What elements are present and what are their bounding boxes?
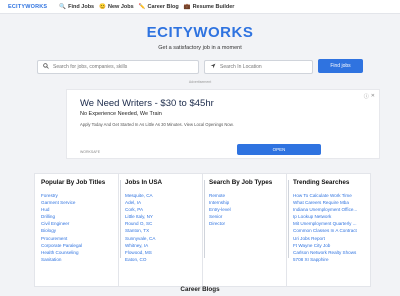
list-item[interactable]: Uri Jobs Report — [293, 235, 370, 242]
ad-label: Advertisement — [188, 80, 212, 84]
list-item[interactable]: Sunnyvale, CA — [125, 235, 202, 242]
list-item[interactable]: What Careers Require Mba — [293, 199, 370, 206]
list-item[interactable]: Senior — [209, 213, 286, 220]
nav-career-blog[interactable]: ✏️ Career Blog — [139, 4, 179, 10]
list-item[interactable]: Little Italy, NY — [125, 213, 202, 220]
trending-searches-heading: Trending Searches — [293, 179, 350, 186]
info-icon[interactable]: ⓘ — [364, 93, 369, 100]
close-icon[interactable]: ✕ — [371, 93, 375, 100]
list-item[interactable]: Procurement — [41, 235, 118, 242]
list-item[interactable]: Director — [209, 220, 286, 227]
ad-advertiser: WORKSAFE — [80, 150, 101, 154]
smile-icon: 😊 — [99, 3, 106, 10]
trending-searches-card: Trending Searches How To Calculate Work … — [286, 173, 371, 287]
list-item[interactable]: Forestry — [41, 192, 118, 199]
list-item[interactable]: Drilling — [41, 213, 118, 220]
list-item[interactable]: Flowood, MS — [125, 249, 202, 256]
list-item[interactable]: Adel, IA — [125, 199, 202, 206]
list-item[interactable]: Health Counseling — [41, 249, 118, 256]
nav-find-jobs[interactable]: 🔍 Find Jobs — [59, 4, 94, 10]
list-item[interactable]: Entry-level — [209, 206, 286, 213]
ad-choices[interactable]: ⓘ ✕ — [364, 93, 375, 100]
career-blogs-heading: Career Blogs — [180, 286, 220, 293]
nav-career-blog-label: Career Blog — [147, 3, 179, 10]
jobs-in-usa-card: Jobs In USA Mesquite, CA Adel, IA Cork, … — [118, 173, 203, 287]
search-icon — [43, 63, 49, 71]
nav-new-jobs[interactable]: 😊 New Jobs — [99, 4, 134, 10]
ad-description: Apply Today And Get Started In As Little… — [80, 122, 234, 127]
job-types-heading: Search By Job Types — [209, 179, 273, 186]
job-search-input[interactable]: Search for jobs, companies, skills — [37, 60, 199, 74]
list-item[interactable]: Civil Engineer — [41, 220, 118, 227]
job-types-list: Remote Internship Entry-level Senior Dir… — [209, 192, 286, 227]
column-divider — [120, 180, 121, 258]
list-item[interactable]: Ft Wayne City Job — [293, 242, 370, 249]
hero-title: ECITYWORKS — [146, 24, 254, 41]
popular-job-titles-heading: Popular By Job Titles — [41, 179, 106, 186]
list-item[interactable]: Carlson Network Realty Shows — [293, 249, 370, 256]
nav-resume-builder-label: Resume Builder — [192, 3, 235, 10]
list-item[interactable]: Common Classes In A Contract — [293, 227, 370, 234]
location-arrow-icon — [210, 63, 216, 71]
nav-resume-builder[interactable]: 💼 Resume Builder — [184, 4, 235, 10]
list-item[interactable]: How To Calculate Work Time — [293, 192, 370, 199]
ad-headline[interactable]: We Need Writers - $30 to $45hr — [80, 98, 214, 109]
list-item[interactable]: Stanton, TX — [125, 227, 202, 234]
location-search-placeholder: Search In Location — [220, 64, 262, 70]
list-item[interactable]: Corporate Paralegal — [41, 242, 118, 249]
list-item[interactable]: Biology — [41, 227, 118, 234]
list-item[interactable]: Indiana Unemployment Office... — [293, 206, 370, 213]
list-item[interactable]: Eaton, CO — [125, 256, 202, 263]
list-item[interactable]: Whitney, IA — [125, 242, 202, 249]
list-item[interactable]: Ip Lookup Network — [293, 213, 370, 220]
popular-job-titles-list: Forestry Garment Service Hud Drilling Ci… — [41, 192, 118, 263]
list-item[interactable]: 5708 XI Sapphire — [293, 256, 370, 263]
list-item[interactable]: Garment Service — [41, 199, 118, 206]
top-navigation-bar: ECITYWORKS 🔍 Find Jobs 😊 New Jobs ✏️ Car… — [0, 0, 400, 14]
location-search-input[interactable]: Search In Location — [204, 60, 313, 74]
nav-new-jobs-label: New Jobs — [107, 3, 134, 10]
list-item[interactable]: Cork, PA — [125, 206, 202, 213]
hero-tagline: Get a satisfactory job in a moment — [158, 45, 242, 51]
list-item[interactable]: Internship — [209, 199, 286, 206]
nav-menu: 🔍 Find Jobs 😊 New Jobs ✏️ Career Blog 💼 … — [59, 4, 234, 10]
list-item[interactable]: Remote — [209, 192, 286, 199]
jobs-in-usa-list: Mesquite, CA Adel, IA Cork, PA Little It… — [125, 192, 202, 263]
trending-searches-list: How To Calculate Work Time What Careers … — [293, 192, 370, 263]
list-item[interactable]: Round O, SC — [125, 220, 202, 227]
pencil-icon: ✏️ — [138, 3, 146, 10]
magnifier-icon: 🔍 — [59, 3, 67, 10]
find-jobs-button[interactable]: Find jobs — [318, 59, 363, 73]
list-item[interactable]: Mesquite, CA — [125, 192, 202, 199]
column-divider — [204, 180, 205, 258]
jobs-in-usa-heading: Jobs In USA — [125, 179, 163, 186]
job-search-placeholder: Search for jobs, companies, skills — [53, 64, 128, 70]
advertisement-box[interactable]: ⓘ ✕ We Need Writers - $30 to $45hr No Ex… — [66, 89, 380, 159]
job-types-card: Search By Job Types Remote Internship En… — [202, 173, 287, 287]
list-item[interactable]: Hud — [41, 206, 118, 213]
site-logo[interactable]: ECITYWORKS — [8, 4, 47, 10]
column-divider — [288, 180, 289, 258]
list-item[interactable]: Mit Unemployment Quarterly ... — [293, 220, 370, 227]
ad-subline: No Experience Needed, We Train — [80, 111, 162, 117]
briefcase-icon: 💼 — [183, 3, 191, 10]
nav-find-jobs-label: Find Jobs — [68, 3, 95, 10]
ad-open-button[interactable]: OPEN — [237, 144, 321, 155]
popular-job-titles-card: Popular By Job Titles Forestry Garment S… — [34, 173, 119, 287]
list-item[interactable]: Sanitation — [41, 256, 118, 263]
